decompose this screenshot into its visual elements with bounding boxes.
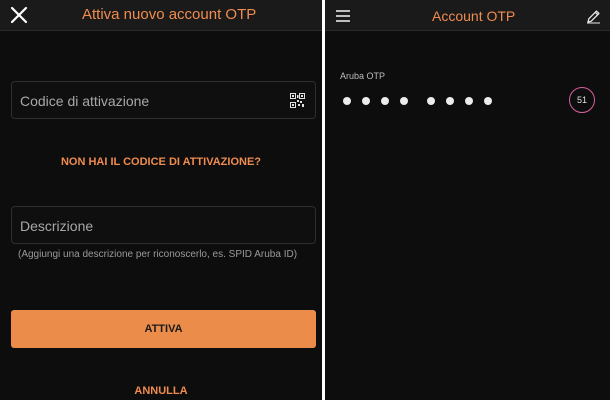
cancel-button[interactable]: ANNULLA xyxy=(0,385,322,397)
otp-digit-dot xyxy=(381,97,389,105)
edit-icon[interactable] xyxy=(586,9,601,24)
page-title: Attiva nuovo account OTP xyxy=(82,6,257,23)
otp-code-hidden[interactable] xyxy=(343,95,503,107)
otp-digit-dot xyxy=(446,97,454,105)
activate-account-screen: Attiva nuovo account OTP Codice di attiv… xyxy=(0,0,322,400)
top-bar: Account OTP xyxy=(325,0,610,31)
otp-accounts-screen: Account OTP Aruba OTP 51 xyxy=(325,0,610,400)
close-icon[interactable] xyxy=(8,4,30,26)
activate-button[interactable]: ATTIVA xyxy=(11,310,316,348)
activation-code-placeholder: Codice di attivazione xyxy=(20,93,150,109)
page-title: Account OTP xyxy=(432,8,516,24)
qr-code-icon[interactable] xyxy=(290,93,305,108)
otp-digit-dot xyxy=(465,97,473,105)
menu-icon[interactable] xyxy=(335,9,351,23)
otp-digit-dot xyxy=(343,97,351,105)
no-activation-code-link[interactable]: NON HAI IL CODICE DI ATTIVAZIONE? xyxy=(0,156,322,168)
description-placeholder: Descrizione xyxy=(20,218,94,234)
otp-digit-dot xyxy=(484,97,492,105)
top-bar: Attiva nuovo account OTP xyxy=(0,0,322,31)
otp-digit-dot xyxy=(400,97,408,105)
description-hint: (Aggiungi una descrizione per riconoscer… xyxy=(18,249,298,260)
otp-timer: 51 xyxy=(569,87,595,113)
account-name: Aruba OTP xyxy=(340,71,386,81)
activation-code-field[interactable]: Codice di attivazione xyxy=(11,81,316,119)
description-field[interactable]: Descrizione xyxy=(11,206,316,244)
otp-digit-dot xyxy=(362,97,370,105)
otp-digit-dot xyxy=(427,97,435,105)
